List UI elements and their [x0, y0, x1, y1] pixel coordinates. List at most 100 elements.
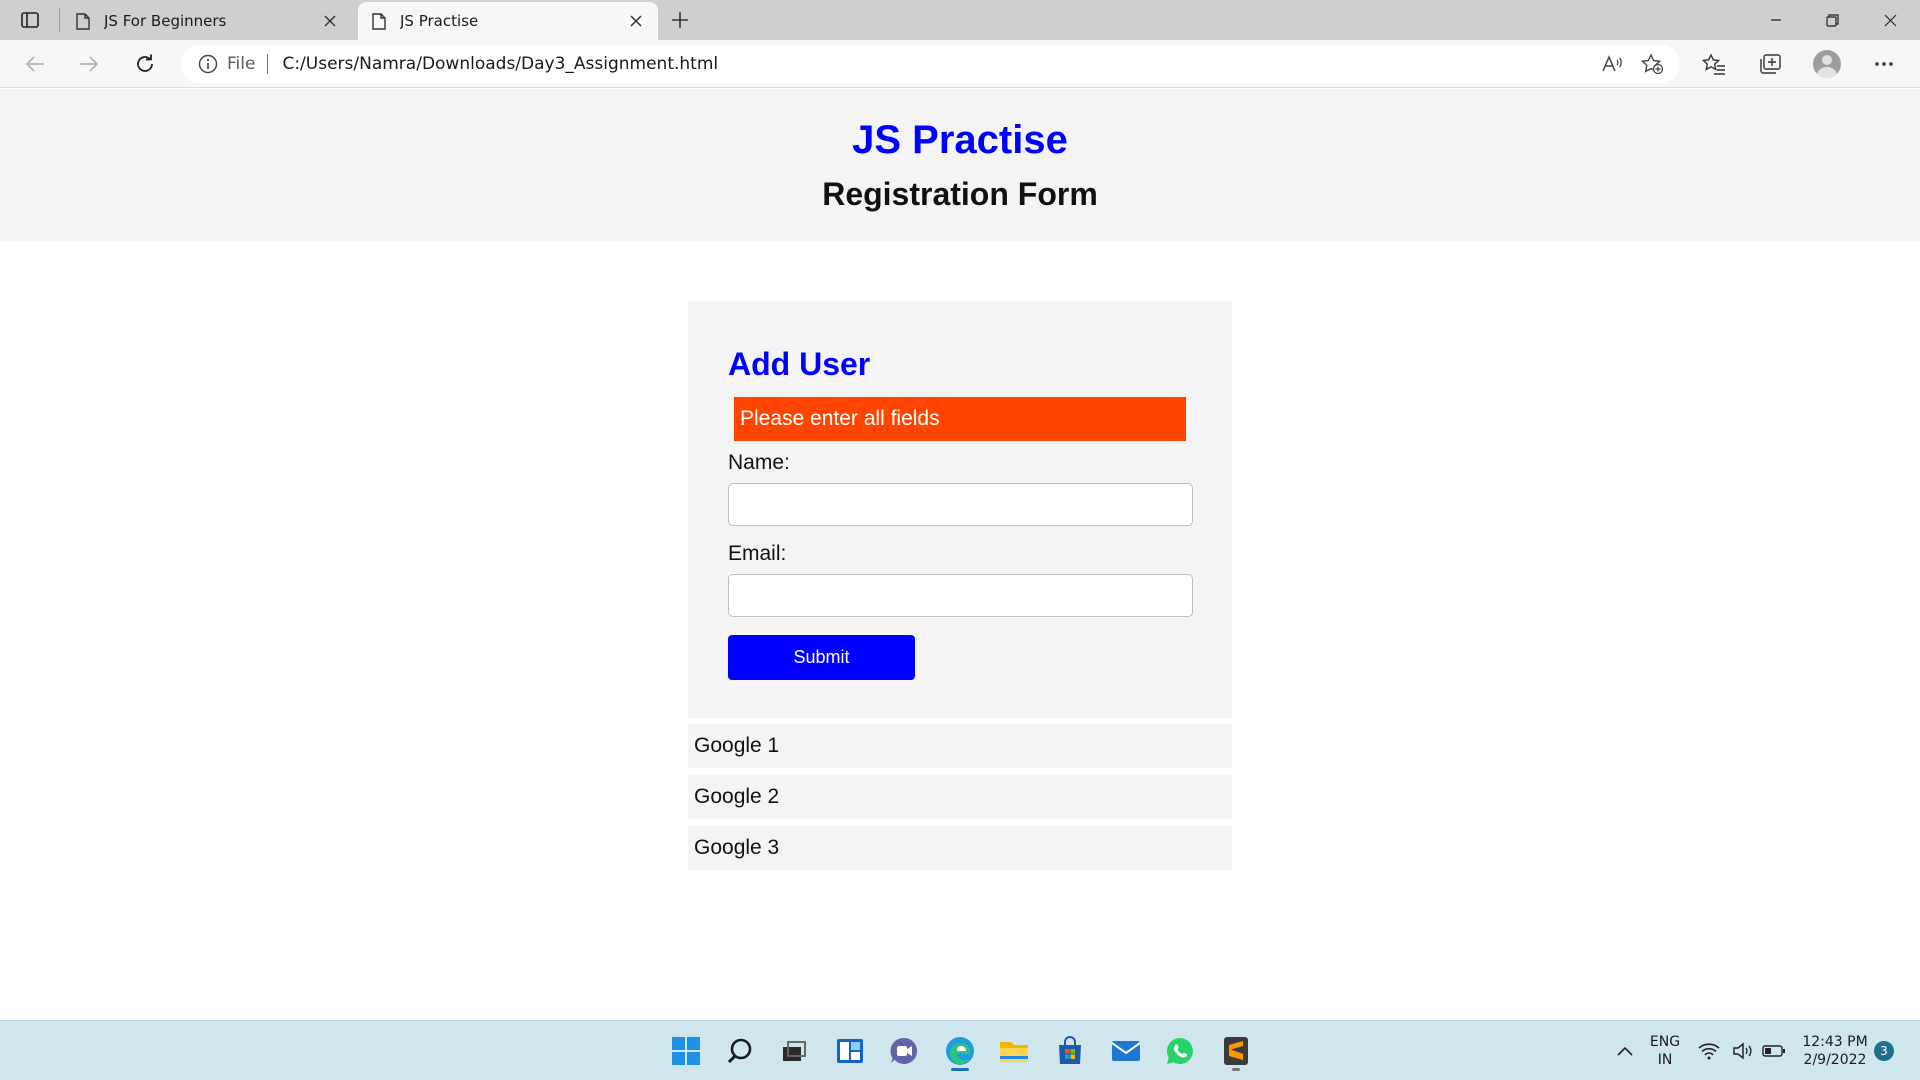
widgets-icon	[837, 1039, 863, 1063]
collections-button[interactable]	[1750, 48, 1790, 80]
store-button[interactable]	[1048, 1029, 1092, 1073]
read-aloud-icon	[1602, 55, 1622, 72]
info-icon[interactable]	[198, 54, 218, 74]
name-input[interactable]	[728, 483, 1193, 526]
avatar	[1813, 50, 1841, 78]
sublime-text-icon	[1224, 1037, 1248, 1065]
forward-button[interactable]	[72, 48, 106, 80]
email-label: Email:	[728, 542, 787, 565]
tab-actions-icon	[21, 12, 39, 28]
arrow-right-icon	[80, 56, 99, 72]
taskbar: ENG IN 12:43 PM 2/9/2022 3	[0, 1020, 1920, 1080]
email-input[interactable]	[728, 574, 1193, 617]
user-list: Google 1 Google 2 Google 3	[688, 724, 1232, 877]
wifi-button[interactable]	[1696, 1029, 1722, 1073]
close-icon	[1884, 14, 1896, 26]
refresh-button[interactable]	[128, 48, 162, 80]
language-indicator[interactable]: ENG IN	[1648, 1033, 1682, 1069]
address-bar[interactable]: File C:/Users/Namra/Downloads/Day3_Assig…	[180, 45, 1680, 83]
list-item: Google 1	[688, 724, 1232, 768]
collections-icon	[1760, 54, 1781, 74]
new-tab-button[interactable]	[664, 6, 696, 34]
page-title: JS Practise	[852, 118, 1068, 162]
restore-icon	[1825, 13, 1839, 27]
start-icon	[672, 1037, 700, 1065]
address-url[interactable]: C:/Users/Namra/Downloads/Day3_Assignment…	[282, 54, 1592, 74]
teams-chat-icon	[890, 1037, 918, 1064]
start-button[interactable]	[664, 1029, 708, 1073]
page-subtitle: Registration Form	[822, 176, 1098, 212]
settings-menu-button[interactable]	[1864, 48, 1904, 80]
language-code: ENG	[1649, 1034, 1681, 1050]
minimize-icon	[1771, 19, 1781, 21]
tab-close-icon[interactable]	[316, 7, 344, 35]
favorites-button[interactable]	[1694, 48, 1734, 80]
clock-date: 2/9/2022	[1803, 1052, 1867, 1068]
chevron-up-icon	[1617, 1046, 1633, 1056]
whatsapp-button[interactable]	[1158, 1029, 1202, 1073]
name-label: Name:	[728, 451, 790, 474]
close-window-button[interactable]	[1862, 0, 1918, 40]
task-view-button[interactable]	[772, 1029, 816, 1073]
page-header: JS Practise Registration Form	[0, 89, 1920, 241]
active-app-indicator	[951, 1068, 969, 1071]
list-item: Google 2	[688, 775, 1232, 819]
read-aloud-button[interactable]	[1592, 48, 1632, 80]
browser-toolbar: File C:/Users/Namra/Downloads/Day3_Assig…	[0, 40, 1920, 88]
mail-icon	[1111, 1041, 1141, 1061]
star-add-icon	[1640, 53, 1664, 75]
back-button[interactable]	[18, 48, 52, 80]
address-divider	[267, 54, 269, 74]
more-icon	[1875, 62, 1893, 66]
add-user-form: Add User Please enter all fields Name: E…	[688, 301, 1232, 718]
clock[interactable]: 12:43 PM 2/9/2022	[1800, 1033, 1870, 1069]
store-icon	[1059, 1036, 1081, 1064]
address-scheme: File	[227, 54, 256, 74]
favorites-icon	[1702, 53, 1725, 75]
page-icon	[74, 12, 92, 30]
volume-icon	[1733, 1042, 1752, 1060]
battery-icon	[1762, 1045, 1785, 1057]
page-icon	[370, 12, 388, 30]
tab-close-icon[interactable]	[622, 7, 650, 35]
running-app-indicator	[1232, 1068, 1240, 1071]
plus-icon	[672, 12, 688, 28]
file-explorer-icon	[1000, 1042, 1028, 1062]
show-hidden-icons-button[interactable]	[1603, 1029, 1647, 1073]
refresh-icon	[137, 54, 153, 72]
page-viewport: JS Practise Registration Form Add User P…	[0, 89, 1920, 1020]
browser-title-bar: JS For Beginners JS Practise	[0, 0, 1920, 40]
form-heading: Add User	[728, 346, 871, 382]
edge-button[interactable]	[938, 1029, 982, 1073]
volume-button[interactable]	[1730, 1029, 1756, 1073]
whatsapp-icon	[1166, 1037, 1193, 1064]
teams-chat-button[interactable]	[882, 1029, 926, 1073]
tab-title: JS Practise	[400, 12, 479, 30]
restore-button[interactable]	[1804, 0, 1860, 40]
tab-js-for-beginners[interactable]: JS For Beginners	[62, 2, 352, 40]
search-button[interactable]	[718, 1029, 762, 1073]
mail-button[interactable]	[1104, 1029, 1148, 1073]
sublime-text-button[interactable]	[1214, 1029, 1258, 1073]
tab-separator	[59, 8, 60, 32]
region-code: IN	[1657, 1052, 1673, 1068]
minimize-button[interactable]	[1748, 0, 1804, 40]
list-item: Google 3	[688, 826, 1232, 870]
notification-badge[interactable]: 3	[1874, 1041, 1894, 1061]
clock-time: 12:43 PM	[1802, 1034, 1868, 1050]
edge-icon	[946, 1037, 974, 1065]
widgets-button[interactable]	[828, 1029, 872, 1073]
profile-button[interactable]	[1807, 48, 1847, 80]
search-icon	[727, 1038, 752, 1064]
wifi-icon	[1698, 1043, 1720, 1060]
file-explorer-button[interactable]	[992, 1029, 1036, 1073]
submit-button[interactable]: Submit	[728, 635, 915, 680]
task-view-icon	[783, 1041, 806, 1061]
arrow-left-icon	[25, 56, 44, 72]
tab-title: JS For Beginners	[104, 12, 227, 30]
tab-actions-button[interactable]	[12, 6, 48, 34]
error-message: Please enter all fields	[734, 397, 1186, 441]
tab-js-practise[interactable]: JS Practise	[358, 2, 658, 40]
add-favorite-button[interactable]	[1632, 48, 1672, 80]
battery-button[interactable]	[1760, 1029, 1788, 1073]
